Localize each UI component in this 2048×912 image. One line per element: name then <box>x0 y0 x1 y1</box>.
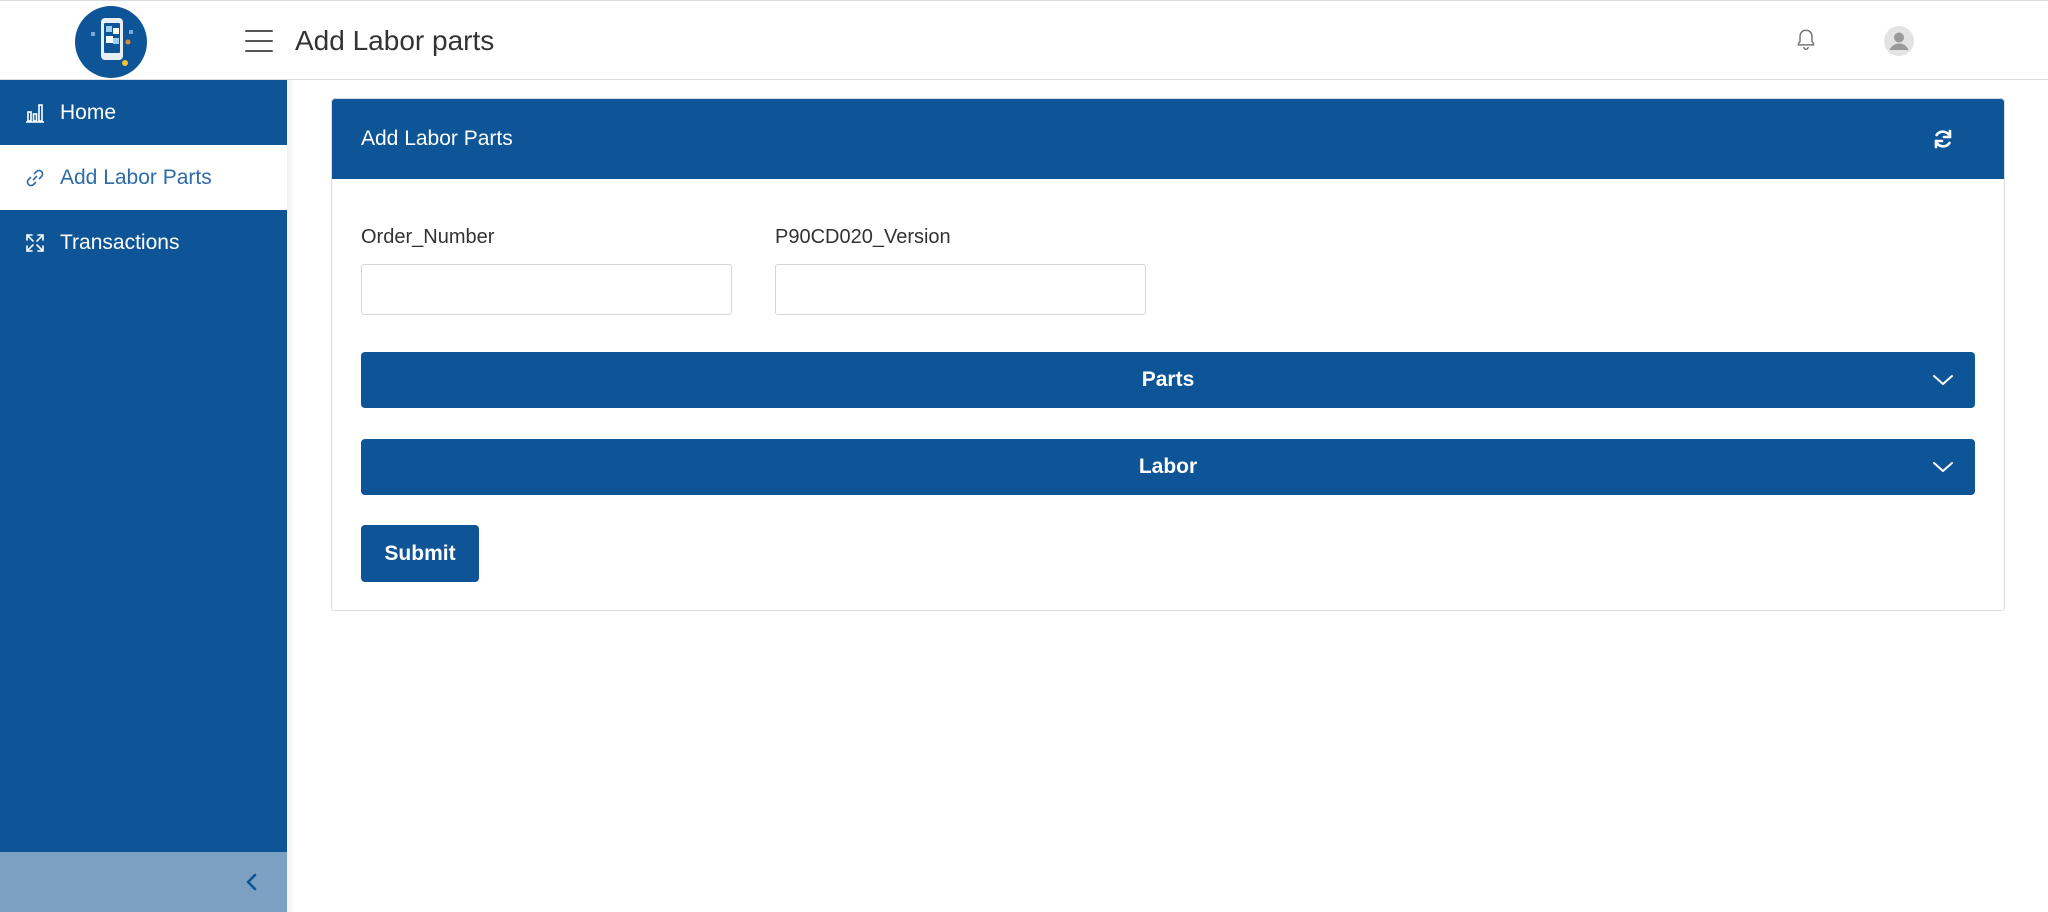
sidebar-footer <box>0 852 287 912</box>
bar-chart-icon <box>24 102 46 124</box>
user-avatar-icon <box>1884 26 1914 56</box>
sidebar-item-home[interactable]: Home <box>0 80 287 145</box>
sidebar-item-label: Home <box>60 100 117 124</box>
bell-icon <box>1797 29 1815 50</box>
chevron-down-icon <box>1933 462 1953 472</box>
top-header: Add Labor parts <box>0 0 2048 80</box>
sidebar-shadow <box>287 80 295 912</box>
add-labor-parts-card: Add Labor Parts Order_Number P90CD020_Ve… <box>331 98 2005 611</box>
order-number-input[interactable] <box>361 264 732 315</box>
parts-accordion-label: Parts <box>1141 368 1195 391</box>
submit-button[interactable]: Submit <box>361 525 479 582</box>
sidebar-item-add-labor-parts[interactable]: Add Labor Parts <box>0 145 287 210</box>
menu-toggle-button[interactable] <box>245 30 273 52</box>
chevron-left-icon <box>246 873 257 891</box>
version-label: P90CD020_Version <box>775 226 951 248</box>
user-profile-button[interactable] <box>1883 25 1915 57</box>
link-icon <box>24 167 46 189</box>
card-header: Add Labor Parts <box>332 99 2004 179</box>
card-title: Add Labor Parts <box>361 127 513 150</box>
version-input[interactable] <box>775 264 1146 315</box>
expand-icon <box>24 232 46 254</box>
refresh-button[interactable] <box>1931 127 1955 151</box>
sidebar: Home Add Labor Parts Transactions <box>0 80 287 912</box>
app-logo[interactable] <box>75 6 147 78</box>
sidebar-item-label: Add Labor Parts <box>60 165 212 189</box>
logo-graphic-icon <box>91 18 133 66</box>
sidebar-collapse-button[interactable] <box>240 870 264 894</box>
labor-accordion-label: Labor <box>1138 455 1198 478</box>
page-title: Add Labor parts <box>295 25 495 56</box>
sidebar-item-transactions[interactable]: Transactions <box>0 210 287 275</box>
sidebar-item-label: Transactions <box>60 230 180 254</box>
chevron-down-icon <box>1933 375 1953 385</box>
refresh-icon <box>1934 129 1952 149</box>
labor-accordion[interactable]: Labor <box>361 439 1975 495</box>
parts-accordion[interactable]: Parts <box>361 352 1975 408</box>
notifications-button[interactable] <box>1793 27 1819 53</box>
order-number-label: Order_Number <box>361 226 495 248</box>
hamburger-icon <box>245 30 273 32</box>
